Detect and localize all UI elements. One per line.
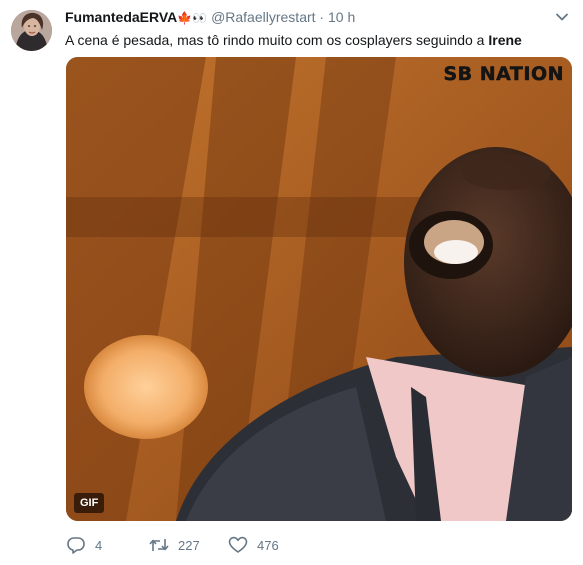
gif-badge: GIF	[74, 493, 105, 513]
watermark: SB NATION	[443, 63, 564, 86]
author-emojis: 🍁👀	[177, 11, 208, 25]
retweet-count: 227	[178, 537, 200, 553]
chevron-down-icon[interactable]	[555, 10, 569, 24]
like-icon	[228, 536, 248, 554]
like-button[interactable]: 476	[228, 534, 279, 556]
separator-dot: ·	[319, 9, 325, 25]
retweet-button[interactable]: 227	[149, 534, 200, 556]
retweet-icon	[149, 536, 169, 554]
tweet-timestamp[interactable]: 10 h	[328, 9, 355, 25]
gif-frame	[66, 57, 572, 521]
tweet-text: A cena é pesada, mas tô rindo muito com …	[65, 31, 522, 49]
tweet-text-mention[interactable]: Irene	[488, 32, 521, 48]
tweet-text-body: A cena é pesada, mas tô rindo muito com …	[65, 32, 489, 48]
tweet-media-gif[interactable]: SB NATION GIF	[66, 57, 572, 521]
tweet-header: FumantedaERVA🍁👀 @Rafaellyrestart · 10 h	[65, 9, 563, 29]
avatar[interactable]	[11, 10, 52, 51]
author-name[interactable]: FumantedaERVA	[65, 9, 177, 25]
reply-button[interactable]: 4	[66, 534, 102, 556]
reply-icon	[66, 536, 86, 554]
like-count: 476	[257, 537, 279, 553]
reply-count: 4	[95, 537, 103, 553]
author-handle[interactable]: @Rafaellyrestart	[211, 9, 315, 25]
